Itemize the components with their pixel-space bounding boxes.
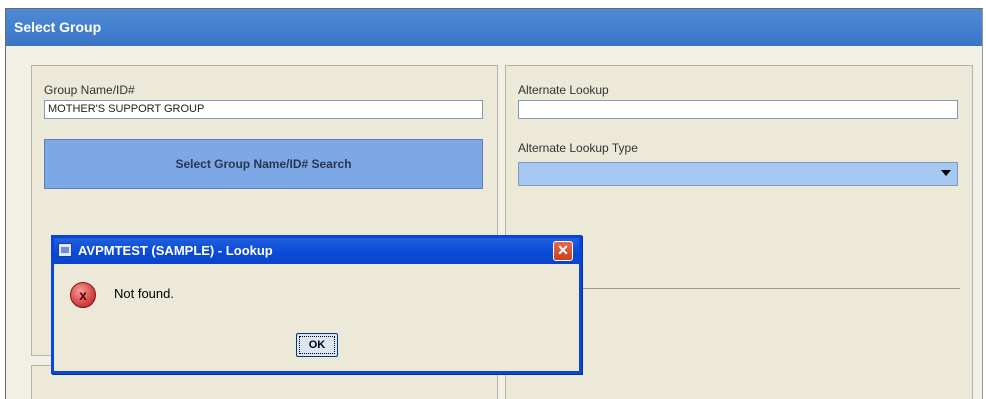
- right-panel-divider: [580, 288, 960, 289]
- dialog-title: AVPMTEST (SAMPLE) - Lookup: [78, 243, 273, 258]
- error-icon: x: [70, 282, 96, 308]
- group-search-button[interactable]: Select Group Name/ID# Search: [44, 139, 483, 189]
- dialog-message: Not found.: [114, 286, 174, 301]
- alternate-lookup-label: Alternate Lookup: [518, 83, 609, 97]
- group-name-label: Group Name/ID#: [44, 83, 135, 97]
- ok-button[interactable]: OK: [296, 333, 338, 357]
- group-name-input[interactable]: MOTHER'S SUPPORT GROUP: [44, 100, 483, 119]
- app-icon: [58, 243, 72, 257]
- alternate-lookup-type-label: Alternate Lookup Type: [518, 141, 638, 155]
- alternate-lookup-input[interactable]: [518, 100, 958, 119]
- window-title: Select Group: [6, 9, 982, 46]
- alternate-lookup-type-select[interactable]: [518, 162, 958, 186]
- dialog-titlebar[interactable]: AVPMTEST (SAMPLE) - Lookup ✕: [54, 238, 579, 264]
- lookup-dialog: AVPMTEST (SAMPLE) - Lookup ✕ x Not found…: [51, 235, 582, 374]
- chevron-down-icon[interactable]: [941, 170, 951, 176]
- close-icon[interactable]: ✕: [553, 241, 573, 261]
